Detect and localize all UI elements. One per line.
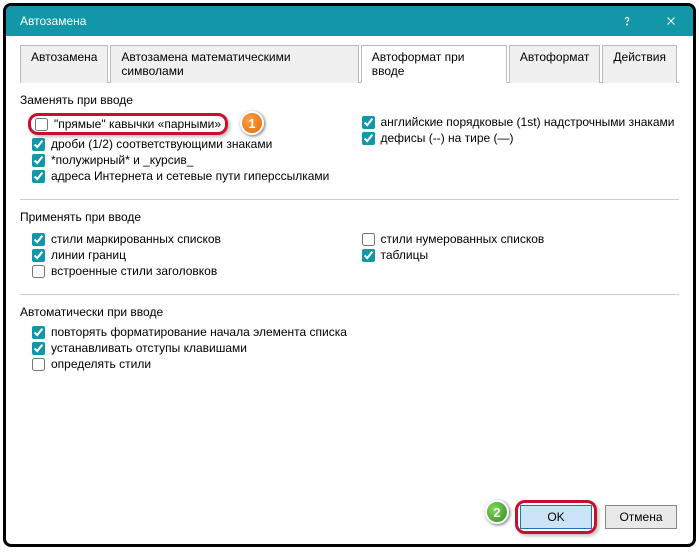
close-button[interactable] (649, 6, 693, 36)
marker-2: 2 (485, 500, 509, 524)
checkbox-builtin-heading[interactable] (32, 265, 45, 278)
checkbox-bold-italic[interactable] (32, 154, 45, 167)
window-title: Автозамена (20, 14, 605, 28)
label-numbered: стили нумерованных списков (381, 232, 545, 246)
highlight-quotes: "прямые" кавычки «парными» (28, 113, 228, 135)
checkbox-bulleted[interactable] (32, 233, 45, 246)
checkbox-tab-indent[interactable] (32, 342, 45, 355)
heading-apply: Применять при вводе (20, 210, 679, 224)
heading-replace: Заменять при вводе (20, 93, 679, 107)
tabs: Автозамена Автозамена математическими си… (20, 44, 679, 83)
tab-actions[interactable]: Действия (602, 45, 677, 83)
label-define-styles: определять стили (51, 357, 151, 371)
label-builtin-heading: встроенные стили заголовков (51, 264, 217, 278)
tab-math[interactable]: Автозамена математическими символами (110, 45, 358, 83)
checkbox-define-styles[interactable] (32, 358, 45, 371)
tab-autoformat[interactable]: Автоформат (509, 45, 601, 83)
label-tables: таблицы (381, 248, 429, 262)
label-tab-indent: устанавливать отступы клавишами (51, 341, 247, 355)
label-ordinals: английские порядковые (1st) надстрочными… (381, 115, 675, 129)
label-quotes: "прямые" кавычки «парными» (54, 117, 221, 131)
label-bulleted: стили маркированных списков (51, 232, 221, 246)
label-hyperlinks: адреса Интернета и сетевые пути гиперссы… (51, 169, 329, 183)
highlight-ok: OK (515, 500, 597, 534)
checkbox-repeat-format[interactable] (32, 326, 45, 339)
heading-auto: Автоматически при вводе (20, 305, 679, 319)
checkbox-numbered[interactable] (362, 233, 375, 246)
footer: 2 OK Отмена (515, 500, 677, 534)
tab-autoformat-type[interactable]: Автоформат при вводе (361, 45, 507, 83)
checkbox-tables[interactable] (362, 249, 375, 262)
label-dashes: дефисы (--) на тире (—) (381, 131, 514, 145)
label-bold-italic: *полужирный* и _курсив_ (51, 153, 193, 167)
section-auto: Автоматически при вводе повторять формат… (20, 305, 679, 371)
section-replace: Заменять при вводе "прямые" кавычки «пар… (20, 93, 679, 200)
checkbox-quotes[interactable] (35, 118, 48, 131)
label-fractions: дроби (1/2) соответствующими знаками (51, 137, 272, 151)
checkbox-dashes[interactable] (362, 132, 375, 145)
label-borders: линии границ (51, 248, 126, 262)
marker-1: 1 (240, 111, 264, 135)
cancel-button[interactable]: Отмена (605, 505, 677, 529)
ok-button[interactable]: OK (520, 505, 592, 529)
checkbox-borders[interactable] (32, 249, 45, 262)
label-repeat-format: повторять форматирование начала элемента… (51, 325, 347, 339)
checkbox-hyperlinks[interactable] (32, 170, 45, 183)
checkbox-fractions[interactable] (32, 138, 45, 151)
tab-autoreplace[interactable]: Автозамена (20, 45, 108, 83)
section-apply: Применять при вводе стили маркированных … (20, 210, 679, 295)
help-button[interactable] (605, 6, 649, 36)
checkbox-ordinals[interactable] (362, 116, 375, 129)
titlebar: Автозамена (6, 6, 693, 36)
